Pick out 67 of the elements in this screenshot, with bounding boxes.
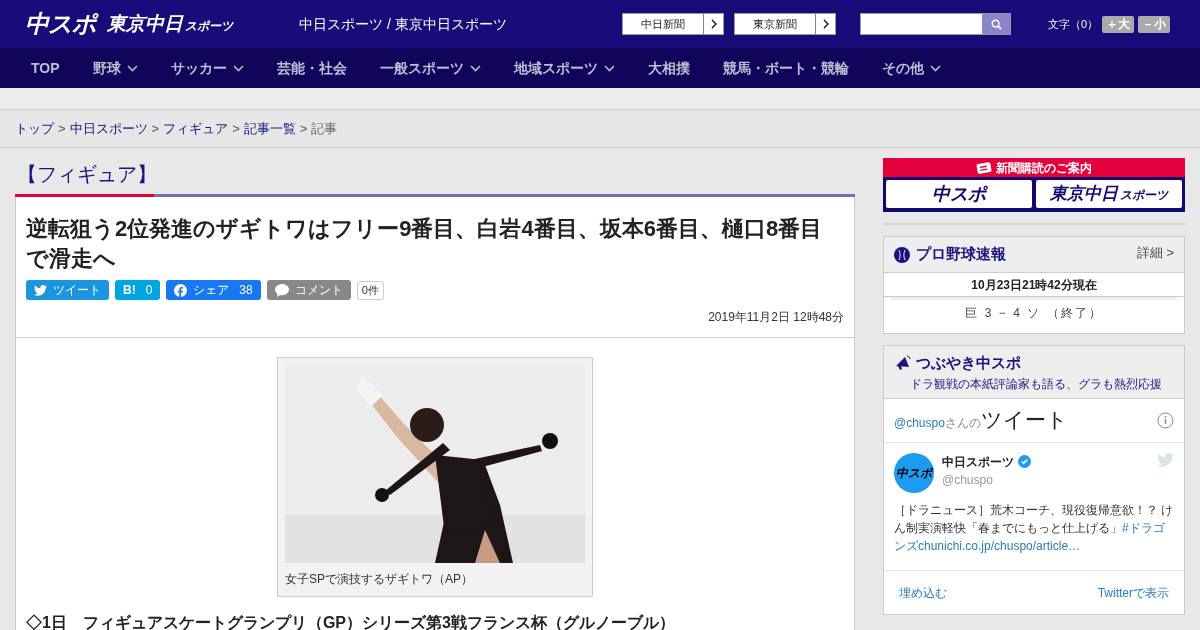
newspaper-link[interactable]: 東京新聞 — [734, 13, 836, 35]
logo: 中スポ — [932, 182, 986, 206]
avatar[interactable]: 中スポ — [894, 452, 934, 493]
site-title[interactable]: 中日スポーツ / 東京中日スポーツ — [299, 16, 507, 32]
article-title: 逆転狙う2位発進のザギトワはフリー9番目、白岩4番目、坂本6番目、樋口8番目で滑走へ — [26, 215, 824, 273]
panel-title: つぶやき中スポ — [916, 353, 1021, 373]
nav-item[interactable]: 競馬・ボート・競輪 — [722, 57, 849, 79]
bird-icon — [34, 284, 47, 296]
nav-item[interactable]: 芸能・社会 — [276, 57, 347, 79]
logo-card[interactable]: 中スポ — [886, 180, 1032, 208]
logo[interactable]: 東京中日スポーツ — [107, 11, 234, 39]
logo: 東京中日スポーツ — [1050, 183, 1168, 206]
category-heading: 【フィギュア】 — [16, 162, 158, 187]
breadcrumb-link[interactable]: 記事一覧 — [243, 118, 296, 139]
breadcrumb-separator: > — [299, 119, 308, 138]
megaphone-icon — [894, 354, 912, 373]
breadcrumb-separator: > — [58, 119, 66, 138]
breadcrumb-link[interactable]: フィギュア — [163, 118, 229, 139]
chevron-right-icon — [822, 19, 829, 29]
font-size-label: 文字（0） — [1048, 16, 1099, 32]
footer-link[interactable]: 埋め込む — [899, 583, 947, 602]
nav-item[interactable]: TOP — [31, 57, 60, 79]
speech-bubble-icon — [274, 283, 289, 297]
chevron-right-icon — [710, 19, 717, 29]
nav-item[interactable]: 野球 — [92, 57, 138, 79]
baseball-icon — [894, 246, 910, 263]
logo-card[interactable]: 東京中日スポーツ — [1036, 180, 1182, 208]
search-field[interactable] — [860, 13, 1011, 35]
chevron-down-icon — [469, 64, 481, 72]
chevron-down-icon — [126, 64, 138, 72]
breadcrumb-link[interactable]: 中日スポーツ — [69, 118, 148, 139]
breadcrumb-separator: > — [232, 119, 240, 138]
tweet-text: ［ドラニュース］荒木コーチ、現役復帰意欲！？ けん制実演軽快「春までにもっと仕上げる」#ドラゴンズchunichi.co.jp/chuspo/article… — [894, 501, 1174, 555]
timeline-heading: ツイート — [980, 407, 1068, 434]
photo-caption: 女子SPで演技するザギトワ（AP） — [285, 571, 474, 588]
logo[interactable]: 中スポ — [25, 9, 96, 39]
info-icon[interactable] — [1157, 411, 1174, 429]
heading-suffix: さんの — [944, 416, 981, 433]
share-button[interactable]: コメント — [266, 280, 351, 300]
chevron-down-icon — [603, 64, 615, 72]
breadcrumb-current: 記事 — [311, 119, 338, 138]
banner-title: 新聞購読のご案内 — [996, 159, 1092, 176]
nav-item[interactable]: 地域スポーツ — [513, 57, 615, 79]
panel-title: プロ野球速報 — [916, 244, 1006, 265]
account-name[interactable]: 中日スポーツ — [942, 452, 1014, 471]
facebook-icon — [174, 283, 188, 297]
newspaper-link[interactable]: 中日新聞 — [622, 13, 724, 35]
breadcrumb-separator: > — [151, 119, 160, 138]
panel-subtitle: ドラ観戦の本紙評論家も語る、グラも熱烈応援 — [909, 375, 1163, 393]
chevron-down-icon — [232, 64, 244, 72]
nav-item[interactable]: その他 — [881, 57, 941, 79]
search-icon — [990, 18, 1002, 30]
nav-item[interactable]: 一般スポーツ — [379, 57, 481, 79]
search-button[interactable] — [982, 14, 1010, 34]
detail-link[interactable]: 詳細 > — [1136, 242, 1174, 263]
comment-count: 0件 — [356, 280, 384, 300]
footer-link[interactable]: Twitterで表示 — [1097, 583, 1169, 602]
subscription-banner[interactable]: 新聞購読のご案内 中スポ 東京中日スポーツ — [883, 158, 1185, 212]
breadcrumb-link[interactable]: トップ — [15, 118, 54, 139]
handle-link[interactable]: @chuspo — [894, 414, 945, 433]
game-score[interactable]: 巨 3 − 4 ソ （終了） — [884, 300, 1184, 333]
share-button[interactable]: シェア 38 — [166, 280, 261, 300]
nav-item[interactable]: サッカー — [170, 57, 244, 79]
nav-item[interactable]: 大相撲 — [647, 57, 690, 79]
newspaper-icon — [976, 161, 992, 174]
article-date: 2019年11月2日 12時48分 — [707, 309, 844, 326]
chevron-down-icon — [929, 64, 941, 72]
